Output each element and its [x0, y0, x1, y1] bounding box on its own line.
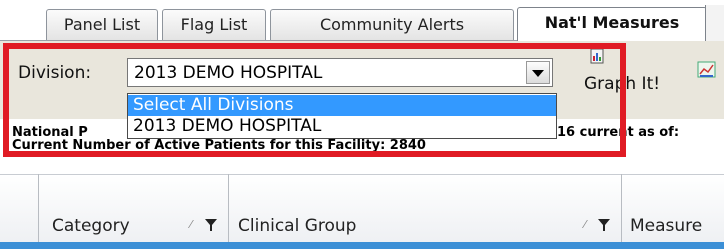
chart-icon[interactable]: [697, 60, 717, 80]
tab-label: Community Alerts: [319, 15, 465, 34]
sort-indicator-icon: ⁄: [190, 218, 192, 231]
tab-label: Panel List: [63, 15, 141, 34]
tab-natl-measures[interactable]: Nat'l Measures: [517, 7, 707, 41]
filter-icon[interactable]: [205, 219, 217, 231]
tab-strip: Panel List Flag List Community Alerts Na…: [0, 0, 724, 41]
tab-community-alerts[interactable]: Community Alerts: [270, 9, 514, 40]
tab-flag-list[interactable]: Flag List: [162, 9, 266, 40]
column-header-measure[interactable]: Measure: [630, 216, 702, 236]
tab-strip-edge: [705, 5, 724, 41]
column-separator[interactable]: [228, 174, 229, 242]
tab-label: Flag List: [180, 15, 248, 34]
column-separator[interactable]: [38, 174, 39, 242]
tab-label: Nat'l Measures: [544, 13, 680, 32]
selected-row-strip: [0, 242, 724, 249]
tab-panel-list[interactable]: Panel List: [46, 9, 158, 40]
highlight-frame: [3, 43, 626, 157]
column-separator[interactable]: [621, 174, 622, 242]
column-header-category[interactable]: Category: [52, 216, 130, 236]
column-header-clinical-group[interactable]: Clinical Group: [238, 216, 356, 236]
grid-spacer: [0, 160, 724, 174]
filter-icon[interactable]: [598, 219, 610, 231]
sort-indicator-icon: ⁄: [584, 218, 586, 231]
